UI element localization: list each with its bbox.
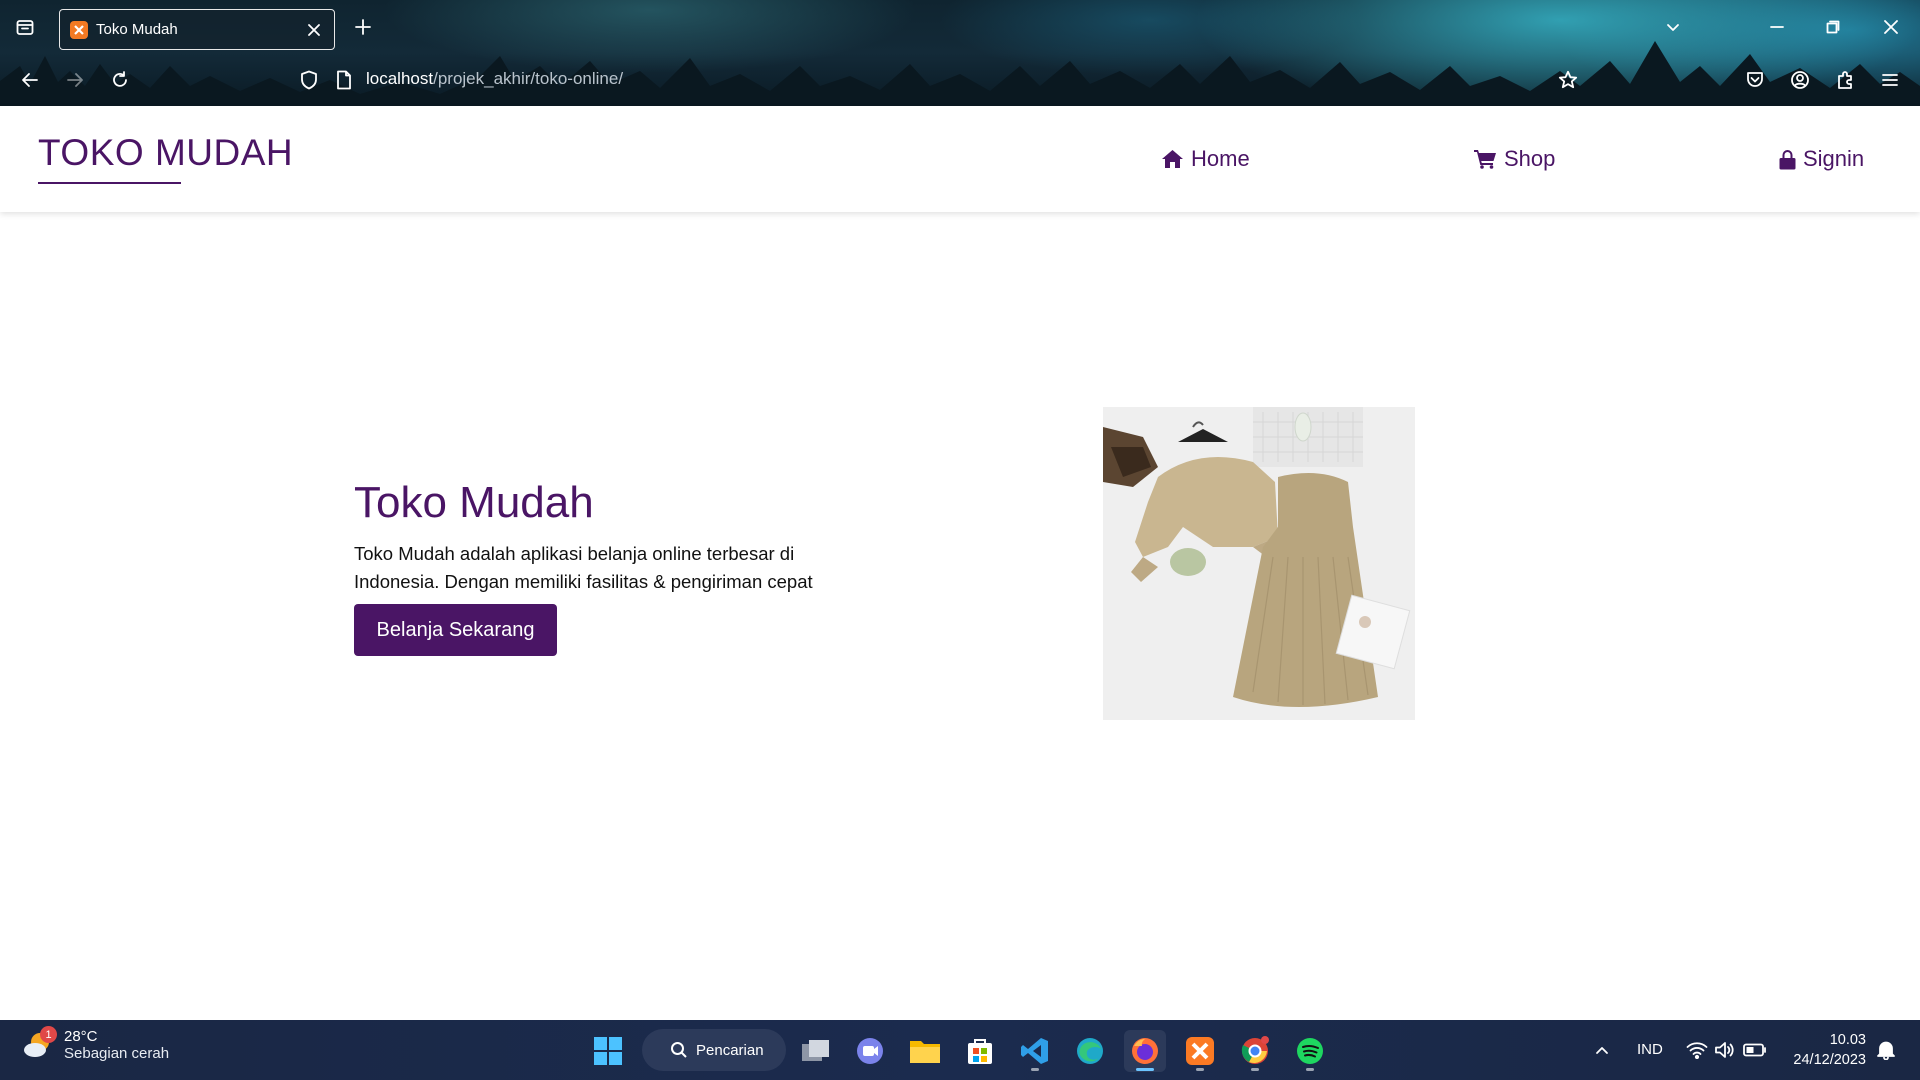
lock-icon xyxy=(1779,149,1796,169)
clock-date: 24/12/2023 xyxy=(1793,1052,1866,1068)
nav-home[interactable]: Home xyxy=(1161,146,1250,172)
running-indicator xyxy=(1031,1068,1039,1071)
nav-shop[interactable]: Shop xyxy=(1474,146,1555,172)
back-arrow-icon[interactable] xyxy=(16,66,44,94)
chat-icon xyxy=(857,1038,883,1064)
chevron-up-icon[interactable] xyxy=(1590,1038,1614,1062)
address-bar[interactable]: localhost/projek_akhir/toko-online/ xyxy=(366,69,623,89)
cart-icon xyxy=(1474,150,1496,169)
vscode-icon xyxy=(1021,1038,1048,1064)
minimize-icon[interactable] xyxy=(1764,14,1790,40)
active-indicator xyxy=(1136,1068,1154,1071)
wifi-icon[interactable] xyxy=(1684,1037,1710,1063)
edge-app[interactable] xyxy=(1069,1030,1111,1072)
running-indicator xyxy=(1251,1068,1259,1071)
weather-notification-badge: 1 xyxy=(40,1026,57,1043)
tab-bar: Toko Mudah xyxy=(0,0,1920,54)
browser-chrome: Toko Mudah localhost/projek_akhir/toko-o… xyxy=(0,0,1920,106)
extensions-icon[interactable] xyxy=(1831,66,1859,94)
forward-arrow-icon[interactable] xyxy=(61,66,89,94)
store-icon xyxy=(968,1039,992,1064)
tab-title: Toko Mudah xyxy=(96,21,178,38)
firefox-app[interactable] xyxy=(1124,1030,1166,1072)
xampp-icon xyxy=(1186,1037,1214,1065)
windows-logo-icon xyxy=(594,1037,622,1065)
weather-description: Sebagian cerah xyxy=(64,1045,170,1062)
taskbar-search[interactable]: Pencarian xyxy=(642,1029,786,1071)
shop-now-button[interactable]: Belanja Sekarang xyxy=(354,604,557,656)
vscode-app[interactable] xyxy=(1014,1030,1056,1072)
battery-icon[interactable] xyxy=(1742,1037,1768,1063)
logo-underline xyxy=(38,182,181,184)
tab-list-icon[interactable] xyxy=(12,14,38,40)
microsoft-store-app[interactable] xyxy=(959,1030,1001,1072)
pocket-icon[interactable] xyxy=(1741,66,1769,94)
taskbar: 1 28°C Sebagian cerah Pencarian IND 10.0… xyxy=(0,1020,1920,1080)
task-view-icon xyxy=(802,1040,829,1061)
restore-icon[interactable] xyxy=(1820,14,1846,40)
hero-description: Toko Mudah adalah aplikasi belanja onlin… xyxy=(354,543,813,592)
url-host: localhost xyxy=(366,69,434,88)
running-indicator xyxy=(1196,1068,1204,1071)
weather-widget[interactable]: 1 28°C Sebagian cerah xyxy=(22,1026,170,1062)
file-explorer-app[interactable] xyxy=(904,1030,946,1072)
firefox-icon xyxy=(1132,1038,1158,1064)
nav-signin-label: Signin xyxy=(1803,146,1865,171)
search-icon xyxy=(671,1042,687,1058)
search-label: Pencarian xyxy=(696,1041,764,1059)
close-window-icon[interactable] xyxy=(1878,14,1904,40)
hero-title: Toko Mudah xyxy=(354,478,594,527)
spotify-app[interactable] xyxy=(1289,1030,1331,1072)
folder-icon xyxy=(910,1041,940,1063)
chrome-app[interactable] xyxy=(1234,1030,1276,1072)
clock-time: 10.03 xyxy=(1829,1032,1866,1048)
account-icon[interactable] xyxy=(1786,66,1814,94)
running-indicator xyxy=(1306,1068,1314,1071)
weather-temperature: 28°C xyxy=(64,1028,98,1045)
url-path: /projek_akhir/toko-online/ xyxy=(433,69,624,88)
xampp-favicon-icon xyxy=(70,20,88,39)
spotify-icon xyxy=(1297,1038,1323,1064)
notification-bell-icon[interactable] xyxy=(1873,1037,1899,1063)
nav-home-label: Home xyxy=(1191,146,1250,171)
nav-shop-label: Shop xyxy=(1504,146,1556,171)
reload-icon[interactable] xyxy=(106,66,134,94)
edge-icon xyxy=(1077,1038,1103,1064)
new-tab-icon[interactable] xyxy=(350,14,376,40)
menu-icon[interactable] xyxy=(1876,66,1904,94)
home-icon xyxy=(1162,150,1183,168)
chevron-down-icon[interactable] xyxy=(1660,14,1686,40)
start-button[interactable] xyxy=(587,1030,629,1072)
close-tab-icon[interactable] xyxy=(304,20,324,40)
language-indicator[interactable]: IND xyxy=(1637,1041,1663,1058)
browser-tab[interactable]: Toko Mudah xyxy=(59,9,335,50)
system-clock[interactable]: 10.03 24/12/2023 xyxy=(1793,1030,1866,1070)
chrome-icon xyxy=(1241,1036,1269,1064)
volume-icon[interactable] xyxy=(1712,1037,1738,1063)
shield-icon[interactable] xyxy=(296,67,322,93)
site-logo[interactable]: TOKO MUDAH xyxy=(38,132,293,174)
xampp-app[interactable] xyxy=(1179,1030,1221,1072)
nav-signin[interactable]: Signin xyxy=(1779,146,1864,172)
teams-chat-app[interactable] xyxy=(849,1030,891,1072)
site-header: TOKO MUDAH Home Shop Signin xyxy=(0,106,1920,212)
navigation-toolbar: localhost/projek_akhir/toko-online/ xyxy=(0,58,1920,102)
product-dress-image xyxy=(1103,407,1415,720)
task-view-button[interactable] xyxy=(795,1030,837,1072)
page-icon[interactable] xyxy=(332,67,356,93)
bookmark-star-icon[interactable] xyxy=(1554,66,1582,94)
